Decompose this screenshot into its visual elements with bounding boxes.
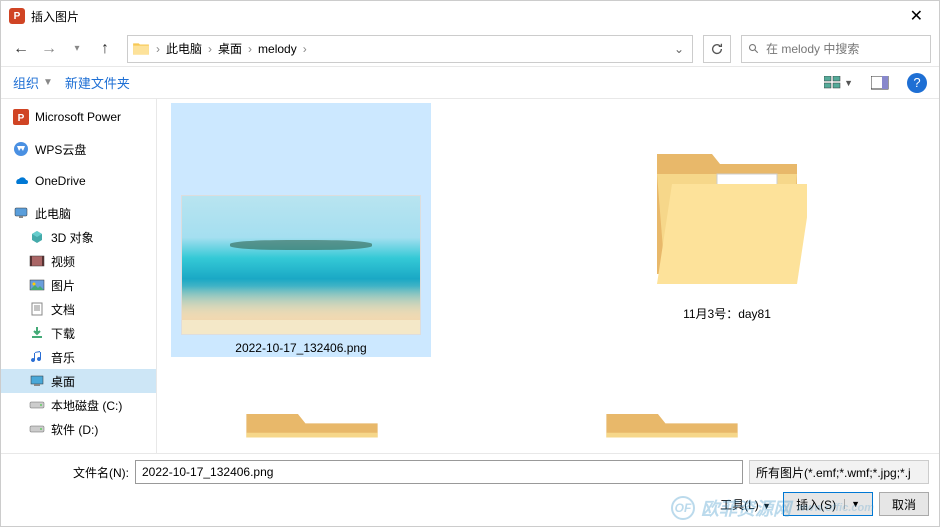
file-label: 11月3号：day81 [683,305,771,322]
sidebar-item-label: 桌面 [51,373,75,390]
preview-pane-button[interactable] [871,76,889,90]
sidebar-item-label: 下载 [51,325,75,342]
chevron-down-icon[interactable]: ▼ [43,77,53,88]
refresh-icon [710,42,724,56]
recent-dropdown[interactable]: ▾ [65,37,89,61]
chevron-right-icon: › [154,42,162,56]
thispc-icon [13,205,29,221]
pp-icon: P [13,109,29,125]
sidebar-item-downloads[interactable]: 下载 [1,321,156,345]
toolbar: 组织 ▼ 新建文件夹 ▼ ? [1,67,939,99]
footer: 文件名(N): 所有图片(*.emf;*.wmf;*.jpg;*.j 工具(L)… [1,453,939,526]
breadcrumb[interactable]: 此电脑 [162,40,206,57]
chevron-right-icon: › [301,42,309,56]
forward-button[interactable]: → [37,37,61,61]
chevron-right-icon: › [246,42,254,56]
new-folder-button[interactable]: 新建文件夹 [65,73,130,92]
thumbnails-icon [824,76,842,90]
image-thumbnail [181,195,421,335]
file-item-folder-partial[interactable] [237,389,387,444]
sidebar: P Microsoft Power WPS云盘 OneDrive 此电脑 3D 对象视频图… [1,99,157,453]
sidebar-item-disk[interactable]: 本地磁盘 (C:) [1,393,156,417]
pictures-icon [29,277,45,293]
sidebar-item-desktop[interactable]: 桌面 [1,369,156,393]
file-item-folder-partial[interactable] [597,389,747,444]
sidebar-item-label: WPS云盘 [35,141,86,158]
organize-menu[interactable]: 组织 [13,73,39,92]
sidebar-item-thispc[interactable]: 此电脑 [1,201,156,225]
path-dropdown[interactable]: ⌄ [670,42,688,56]
wps-icon [13,141,29,157]
file-content-area[interactable]: 2022-10-17_132406.png 11月3号：day81 [157,99,939,453]
onedrive-icon [13,173,29,189]
main-area: P Microsoft Power WPS云盘 OneDrive 此电脑 3D 对象视频图… [1,99,939,453]
back-button[interactable]: ← [9,37,33,61]
downloads-icon [29,325,45,341]
sidebar-item-disk[interactable]: 软件 (D:) [1,417,156,441]
filename-input[interactable] [135,460,743,484]
folder-icon [132,40,150,58]
sidebar-item-docs[interactable]: 文档 [1,297,156,321]
navbar: ← → ▾ ↑ › 此电脑 › 桌面 › melody › ⌄ 在 melody… [1,31,939,67]
sidebar-item-label: Microsoft Power [35,110,121,124]
3d-icon [29,229,45,245]
video-icon [29,253,45,269]
sidebar-item-onedrive[interactable]: OneDrive [1,169,156,193]
sidebar-item-label: 视频 [51,253,75,270]
sidebar-item-wps[interactable]: WPS云盘 [1,137,156,161]
filetype-filter[interactable]: 所有图片(*.emf;*.wmf;*.jpg;*.j [749,460,929,484]
sidebar-item-label: OneDrive [35,174,86,188]
tools-menu[interactable]: 工具(L) ▼ [714,496,777,513]
sidebar-item-video[interactable]: 视频 [1,249,156,273]
close-button[interactable]: ✕ [902,6,931,26]
music-icon [29,349,45,365]
chevron-right-icon: › [206,42,214,56]
sidebar-item-label: 文档 [51,301,75,318]
sidebar-item-music[interactable]: 音乐 [1,345,156,369]
disk-icon [29,397,45,413]
sidebar-item-label: 音乐 [51,349,75,366]
preview-icon [871,76,889,90]
sidebar-item-label: 软件 (D:) [51,421,98,438]
sidebar-item-pictures[interactable]: 图片 [1,273,156,297]
app-icon: P [9,8,25,24]
insert-button[interactable]: 插入(S)▼ [783,492,873,516]
file-item-image[interactable]: 2022-10-17_132406.png [171,103,431,357]
search-placeholder: 在 melody 中搜索 [766,40,859,57]
folder-thumbnail [647,129,807,299]
docs-icon [29,301,45,317]
sidebar-item-3d[interactable]: 3D 对象 [1,225,156,249]
titlebar: P 插入图片 ✕ [1,1,939,31]
sidebar-item-label: 图片 [51,277,75,294]
sidebar-item-label: 此电脑 [35,205,71,222]
desktop-icon [29,373,45,389]
path-box[interactable]: › 此电脑 › 桌面 › melody › ⌄ [127,35,693,63]
help-button[interactable]: ? [907,73,927,93]
view-button[interactable]: ▼ [824,76,853,90]
file-item-folder[interactable]: 11月3号：day81 [597,129,857,322]
sidebar-item-label: 本地磁盘 (C:) [51,397,122,414]
disk-icon [29,421,45,437]
sidebar-item-label: 3D 对象 [51,229,94,246]
breadcrumb[interactable]: melody [254,42,301,56]
cancel-button[interactable]: 取消 [879,492,929,516]
svg-text:P: P [18,113,25,124]
search-icon [748,43,760,55]
filename-label: 文件名(N): [11,464,129,481]
refresh-button[interactable] [703,35,731,63]
sidebar-item-pp[interactable]: P Microsoft Power [1,105,156,129]
window-title: 插入图片 [31,8,902,25]
file-label: 2022-10-17_132406.png [235,341,366,355]
up-button[interactable]: ↑ [93,37,117,61]
breadcrumb[interactable]: 桌面 [214,40,246,57]
search-input[interactable]: 在 melody 中搜索 [741,35,931,63]
